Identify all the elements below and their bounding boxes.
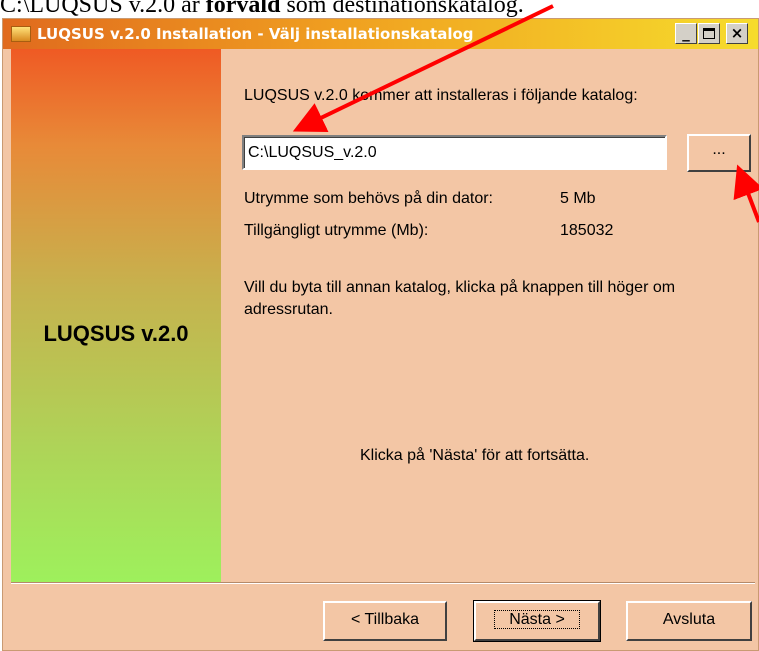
- space-available-value: 185032: [560, 222, 614, 239]
- caption-bold: förvald: [205, 0, 281, 18]
- window-title: LUQSUS v.2.0 Installation - Välj install…: [37, 25, 474, 43]
- space-available-label: Tillgängligt utrymme (Mb):: [244, 222, 429, 239]
- title-bar[interactable]: LUQSUS v.2.0 Installation - Välj install…: [3, 19, 758, 49]
- close-button[interactable]: ×: [726, 23, 748, 44]
- close-icon: ×: [730, 24, 744, 42]
- space-needed-value: 5 Mb: [560, 190, 596, 207]
- sidebar-banner: LUQSUS v.2.0: [11, 49, 221, 582]
- install-path-input[interactable]: [242, 135, 667, 170]
- minimize-icon: _: [682, 24, 690, 42]
- caption-suffix: som destinationskatalog.: [280, 0, 524, 18]
- maximize-icon: [703, 28, 715, 39]
- space-needed-label: Utrymme som behövs på din dator:: [244, 190, 493, 207]
- installer-window: LUQSUS v.2.0 Installation - Välj install…: [2, 18, 759, 651]
- browse-button[interactable]: ...: [687, 134, 751, 172]
- minimize-button[interactable]: _: [675, 23, 697, 44]
- caption-prefix: C:\LUQSUS v.2.0 är: [0, 0, 206, 18]
- app-icon: [11, 26, 31, 42]
- cancel-button[interactable]: Avsluta: [626, 601, 752, 641]
- back-button[interactable]: < Tillbaka: [323, 601, 447, 641]
- continue-hint: Klicka på 'Nästa' för att fortsätta.: [360, 447, 590, 464]
- next-button[interactable]: Nästa >: [473, 600, 601, 642]
- maximize-button[interactable]: [698, 23, 720, 44]
- next-button-label: Nästa >: [494, 610, 580, 629]
- document-caption: C:\LUQSUS v.2.0 är förvald som destinati…: [0, 0, 759, 18]
- install-intro-text: LUQSUS v.2.0 kommer att installeras i fö…: [244, 87, 638, 104]
- change-directory-hint: Vill du byta till annan katalog, klicka …: [244, 279, 676, 318]
- product-name: LUQSUS v.2.0: [43, 321, 189, 346]
- footer-separator: [11, 582, 755, 584]
